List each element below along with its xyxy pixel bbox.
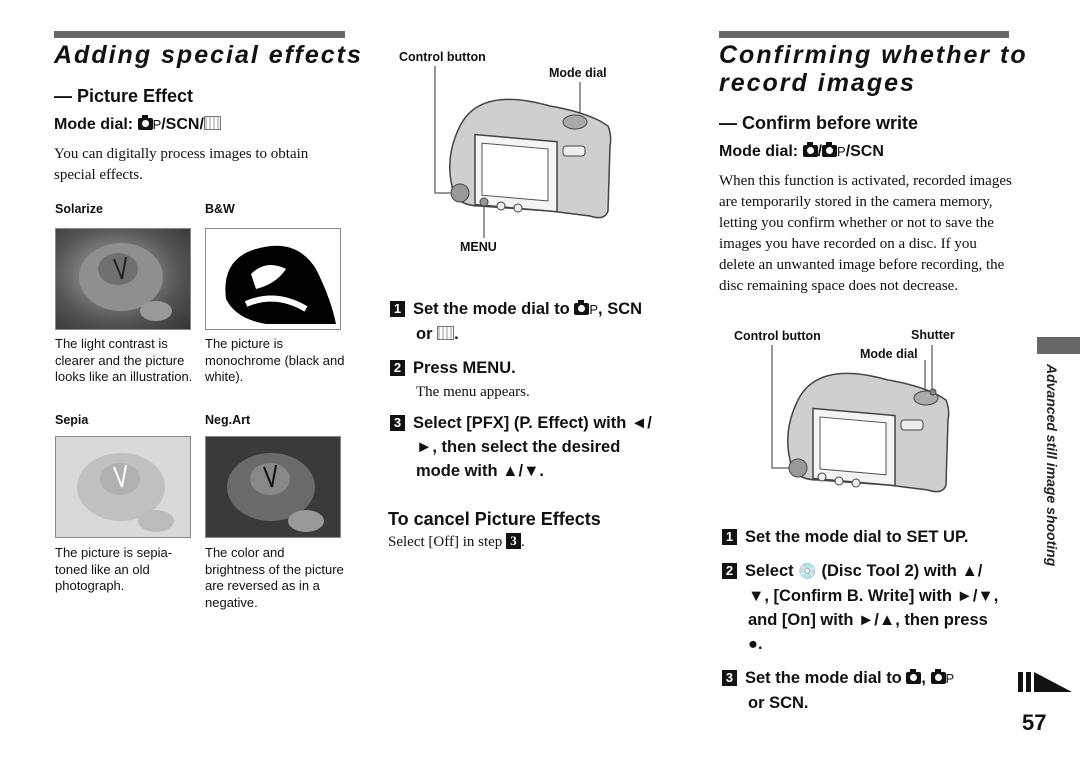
step-3: 3 Select [PFX] (P. Effect) with ◄/ ►, the… (390, 411, 690, 483)
step-text: Press MENU. (413, 359, 516, 377)
confirm-step-1: 1 Set the mode dial to SET UP. (722, 525, 968, 549)
negart-photo (205, 436, 341, 538)
effect-caption-solarize: The light contrast is clearer and the pi… (55, 336, 193, 384)
mode-dial-suffix: /SCN/ (161, 116, 204, 133)
step-number: 3 (390, 415, 405, 431)
step-number: 1 (722, 529, 737, 545)
cancel-text-body: Select [Off] in step (388, 534, 503, 550)
mode-dial-line-right: Mode dial: / P/SCN (719, 142, 884, 160)
step-text: ►, then select the desired (416, 438, 621, 456)
step-text: Set the mode dial to (413, 300, 570, 318)
callout-menu: MENU (460, 240, 497, 254)
mode-dial-prefix: Mode dial: (719, 143, 799, 160)
rose-shape (225, 245, 336, 324)
camera-icon (574, 300, 590, 315)
effect-caption-negart: The color and brightness of the picture … (205, 545, 344, 610)
page-title-right-line2: record images (719, 69, 916, 97)
step-number: 2 (722, 563, 737, 579)
step-text: Set the mode dial to (745, 669, 902, 687)
step-text: Set the mode dial to SET UP. (745, 528, 969, 546)
rose-shape (77, 453, 174, 532)
step-number: 2 (390, 360, 405, 376)
callout-control-button: Control button (399, 50, 486, 64)
camera-icon (802, 142, 818, 157)
program-p: P (589, 302, 599, 317)
side-tab-marker (1037, 337, 1080, 354)
subtitle-confirm: — Confirm before write (719, 113, 919, 133)
effect-label-negart: Neg.Art (205, 413, 251, 427)
solarize-photo (55, 228, 191, 330)
confirm-step-2: 2 Select 💿 (Disc Tool 2) with ▲/ ▼, [Conf… (722, 559, 1022, 656)
step-text: Select [PFX] (P. Effect) with ◄/ (413, 414, 652, 432)
continue-arrow-icon (1018, 672, 1072, 692)
rose-shape (79, 243, 172, 321)
step-text: ●. (748, 635, 763, 653)
step-text: or (416, 325, 433, 343)
confirm-intro: When this function is activated, recorde… (719, 173, 1012, 294)
effect-label-solarize: Solarize (55, 202, 103, 216)
program-p: P (152, 117, 162, 132)
movie-icon (203, 116, 221, 130)
step-1: 1 Set the mode dial to P, SCN or . (390, 297, 690, 346)
step-text: , SCN (598, 300, 643, 318)
intro-text: You can digitally process images to obta… (54, 146, 309, 183)
camera-icon (137, 115, 153, 130)
disc-tool-icon: 💿 (798, 563, 817, 580)
effect-caption-sepia: The picture is sepia-toned like an old p… (55, 545, 173, 593)
step-2: 2 Press MENU. (390, 356, 516, 380)
confirm-step-3: 3 Set the mode dial to , P or SCN. (722, 666, 1012, 715)
bw-photo (205, 228, 341, 330)
rose-shape (227, 453, 324, 532)
step-number: 1 (390, 301, 405, 317)
step-text: or SCN. (748, 694, 809, 712)
program-p: P (837, 144, 846, 159)
effect-label-bw: B&W (205, 202, 235, 216)
effect-label-sepia: Sepia (55, 413, 89, 427)
step-text: ▼, [Confirm B. Write] with ►/▼, (748, 587, 999, 605)
effect-caption-bw: The picture is monochrome (black and whi… (205, 336, 345, 384)
subtitle-picture-effect: — Picture Effect (54, 86, 194, 106)
camera-illustration-right (771, 345, 950, 493)
section-bar (54, 31, 345, 38)
step-text: . (454, 325, 459, 343)
cancel-heading: To cancel Picture Effects (388, 509, 601, 529)
cancel-text: Select [Off] in step 3. (388, 533, 525, 551)
step-number: 3 (506, 533, 522, 549)
step-text: Select (745, 562, 794, 580)
camera-icon (906, 669, 922, 684)
camera-icon (822, 142, 838, 157)
sepia-photo (55, 436, 191, 538)
step-number: 3 (722, 670, 737, 686)
program-p: P (945, 671, 955, 686)
mode-dial-suffix: /SCN (845, 143, 884, 160)
side-tab-label: Advanced still image shooting (1044, 364, 1060, 567)
cancel-text-end: . (521, 534, 525, 550)
page-title-left: Adding special effects (54, 41, 363, 69)
mode-dial-prefix: Mode dial: (54, 116, 134, 133)
page-number: 57 (1022, 710, 1047, 735)
step-text: and [On] with ►/▲, then press (748, 611, 988, 629)
step-text: (Disc Tool 2) with ▲/ (821, 562, 983, 580)
mode-dial-line: Mode dial: P/SCN/ (54, 115, 221, 135)
section-bar (719, 31, 1009, 38)
movie-icon (437, 326, 455, 340)
step-text: mode with ▲/▼. (416, 462, 544, 480)
step-2-result: The menu appears. (416, 384, 530, 400)
camera-illustration (434, 66, 612, 238)
page-title-right-line1: Confirming whether to (719, 41, 1028, 69)
camera-icon (930, 669, 946, 684)
